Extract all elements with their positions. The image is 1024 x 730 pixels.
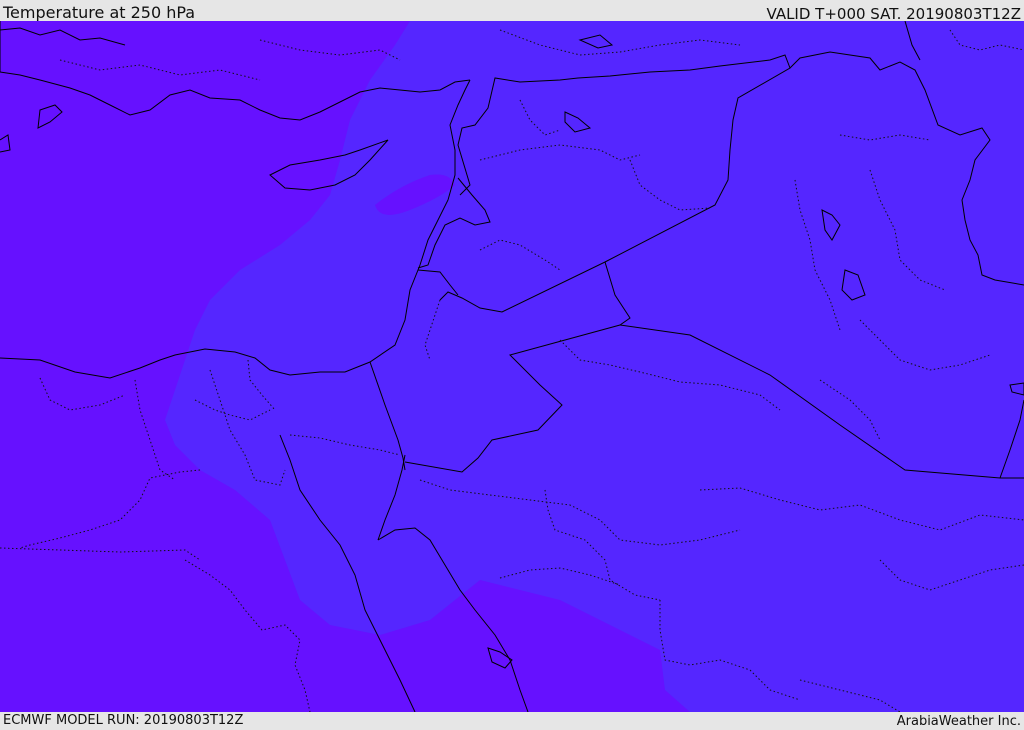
map-title: Temperature at 250 hPa — [3, 3, 196, 22]
weather-map[interactable] — [0, 21, 1024, 712]
credit: ArabiaWeather Inc. — [896, 714, 1021, 729]
header-bar: Temperature at 250 hPa VALID T+000 SAT. … — [0, 0, 1024, 23]
model-run: ECMWF MODEL RUN: 20190803T12Z — [3, 713, 244, 728]
footer-bar: ECMWF MODEL RUN: 20190803T12Z ArabiaWeat… — [0, 712, 1024, 729]
